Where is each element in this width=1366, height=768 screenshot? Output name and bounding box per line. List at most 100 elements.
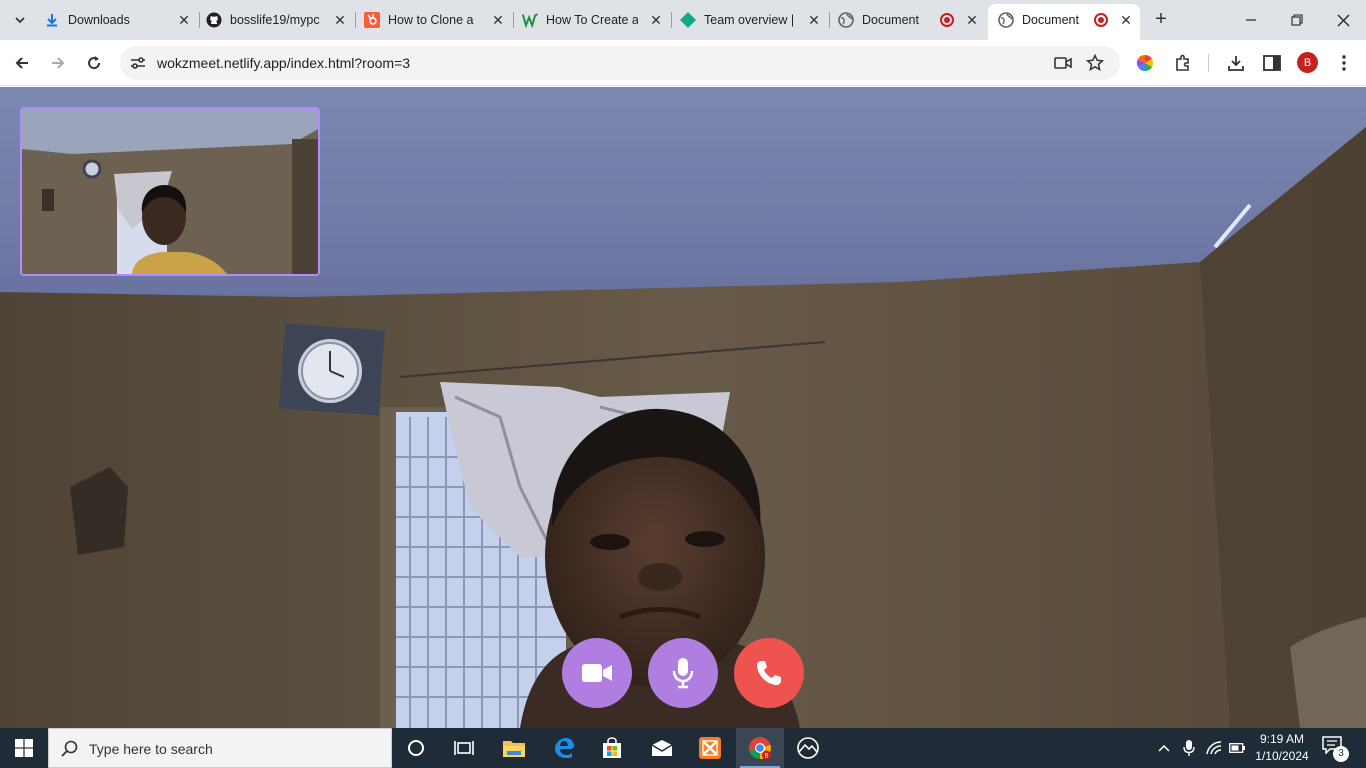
new-tab-button[interactable]: + xyxy=(1150,8,1172,32)
video-camera-icon xyxy=(582,664,612,682)
mail-button[interactable] xyxy=(638,728,686,768)
notification-count-badge: 3 xyxy=(1333,746,1349,762)
wifi-icon xyxy=(1206,741,1222,755)
restore-button[interactable] xyxy=(1274,6,1320,34)
phone-icon xyxy=(757,661,781,685)
chrome-button[interactable]: B xyxy=(736,728,784,768)
store-button[interactable] xyxy=(588,728,636,768)
back-button[interactable] xyxy=(8,49,36,77)
toggle-mic-button[interactable] xyxy=(648,638,718,708)
site-settings-icon[interactable] xyxy=(130,55,146,71)
photos-icon xyxy=(797,737,819,759)
mail-icon xyxy=(651,740,673,756)
tab-team-overview[interactable]: Team overview | ✕ xyxy=(680,4,830,36)
globe-icon xyxy=(838,12,854,28)
tab-title: bosslife19/mypc xyxy=(230,13,320,27)
tab-github[interactable]: bosslife19/mypc ✕ xyxy=(206,4,356,36)
chevron-down-icon xyxy=(15,17,25,24)
show-hidden-icons-button[interactable] xyxy=(1152,728,1176,768)
arrow-left-icon xyxy=(15,57,28,69)
browser-toolbar: wokzmeet.netlify.app/index.html?room=3 B xyxy=(0,40,1366,86)
tab-title: Document xyxy=(862,13,919,27)
tab-title: How to Clone a xyxy=(388,13,474,27)
search-icon xyxy=(61,740,78,757)
xampp-button[interactable] xyxy=(686,728,734,768)
side-panel-icon[interactable] xyxy=(1261,52,1283,74)
profile-avatar[interactable]: B xyxy=(1297,52,1318,73)
bookmark-star-icon[interactable] xyxy=(1086,54,1104,72)
chevron-up-icon xyxy=(1158,744,1170,752)
address-bar[interactable]: wokzmeet.netlify.app/index.html?room=3 xyxy=(120,46,1120,80)
browser-tab-strip: Downloads ✕ bosslife19/mypc ✕ How to Clo… xyxy=(0,0,1366,40)
microphone-icon xyxy=(672,658,694,689)
tab-title: Document xyxy=(1022,13,1079,27)
minimize-button[interactable] xyxy=(1228,6,1274,34)
close-tab-icon[interactable]: ✕ xyxy=(490,12,506,29)
tab-document-1[interactable]: Document ✕ xyxy=(838,4,980,36)
globe-icon xyxy=(998,12,1014,28)
xampp-icon xyxy=(699,737,721,759)
close-tab-icon[interactable]: ✕ xyxy=(176,12,192,29)
task-view-button[interactable] xyxy=(440,728,488,768)
close-tab-icon[interactable]: ✕ xyxy=(806,12,822,29)
extensions-puzzle-icon[interactable] xyxy=(1172,52,1194,74)
microphone-tray-button[interactable] xyxy=(1178,728,1200,768)
tab-clone[interactable]: How to Clone a ✕ xyxy=(364,4,514,36)
forward-button[interactable] xyxy=(44,49,72,77)
cortana-button[interactable] xyxy=(392,728,440,768)
task-view-icon xyxy=(454,741,474,755)
taskbar-clock[interactable]: 9:19 AM 1/10/2024 xyxy=(1250,731,1314,765)
tab-document-active[interactable]: Document ✕ xyxy=(988,4,1140,40)
edge-icon xyxy=(555,738,574,758)
windows-taskbar: Type here to search B 9:19 AM 1/10/2024 xyxy=(0,728,1366,768)
camera-in-use-icon[interactable] xyxy=(1054,54,1072,72)
diamond-icon xyxy=(680,12,696,28)
reload-icon xyxy=(88,56,101,70)
menu-kebab-icon[interactable] xyxy=(1333,52,1355,74)
reload-button[interactable] xyxy=(80,49,108,77)
search-placeholder: Type here to search xyxy=(89,741,213,757)
self-video-preview[interactable] xyxy=(20,107,320,276)
close-tab-icon[interactable]: ✕ xyxy=(1118,12,1134,29)
tab-title: How To Create a xyxy=(546,13,638,27)
windows-logo-icon xyxy=(15,739,33,757)
github-icon xyxy=(206,12,222,28)
battery-icon xyxy=(1229,743,1245,753)
clock-time: 9:19 AM xyxy=(1259,732,1305,746)
url-text: wokzmeet.netlify.app/index.html?room=3 xyxy=(157,55,411,71)
start-button[interactable] xyxy=(0,728,48,768)
video-call-stage xyxy=(0,87,1366,728)
self-video-image xyxy=(22,109,318,274)
cortana-circle-icon xyxy=(408,740,424,756)
hubspot-icon xyxy=(364,12,380,28)
w-icon xyxy=(522,12,538,28)
file-explorer-button[interactable] xyxy=(490,728,538,768)
microphone-icon xyxy=(1183,740,1195,756)
download-icon xyxy=(44,12,60,28)
action-center-button[interactable]: 3 xyxy=(1322,736,1349,762)
end-call-button[interactable] xyxy=(734,638,804,708)
minimize-icon xyxy=(1246,19,1256,21)
recording-icon xyxy=(940,13,954,27)
arrow-right-icon xyxy=(52,57,65,69)
close-window-button[interactable] xyxy=(1320,6,1366,34)
downloads-icon[interactable] xyxy=(1225,52,1247,74)
photos-button[interactable] xyxy=(784,728,832,768)
close-icon xyxy=(1337,14,1349,26)
tab-search-button[interactable] xyxy=(8,8,32,32)
battery-tray-button[interactable] xyxy=(1226,728,1248,768)
close-tab-icon[interactable]: ✕ xyxy=(964,12,980,29)
taskbar-search-box[interactable]: Type here to search xyxy=(48,728,392,768)
tab-downloads[interactable]: Downloads ✕ xyxy=(44,4,200,36)
chrome-icon: B xyxy=(749,737,771,760)
close-tab-icon[interactable]: ✕ xyxy=(648,12,664,29)
edge-button[interactable] xyxy=(540,728,588,768)
tab-how-to-create[interactable]: How To Create a ✕ xyxy=(522,4,672,36)
color-extension-icon[interactable] xyxy=(1134,52,1156,74)
network-tray-button[interactable] xyxy=(1202,728,1226,768)
toggle-video-button[interactable] xyxy=(562,638,632,708)
close-tab-icon[interactable]: ✕ xyxy=(332,12,348,29)
store-bag-icon xyxy=(603,737,621,758)
restore-icon xyxy=(1291,14,1303,26)
clock-date: 1/10/2024 xyxy=(1255,749,1309,763)
